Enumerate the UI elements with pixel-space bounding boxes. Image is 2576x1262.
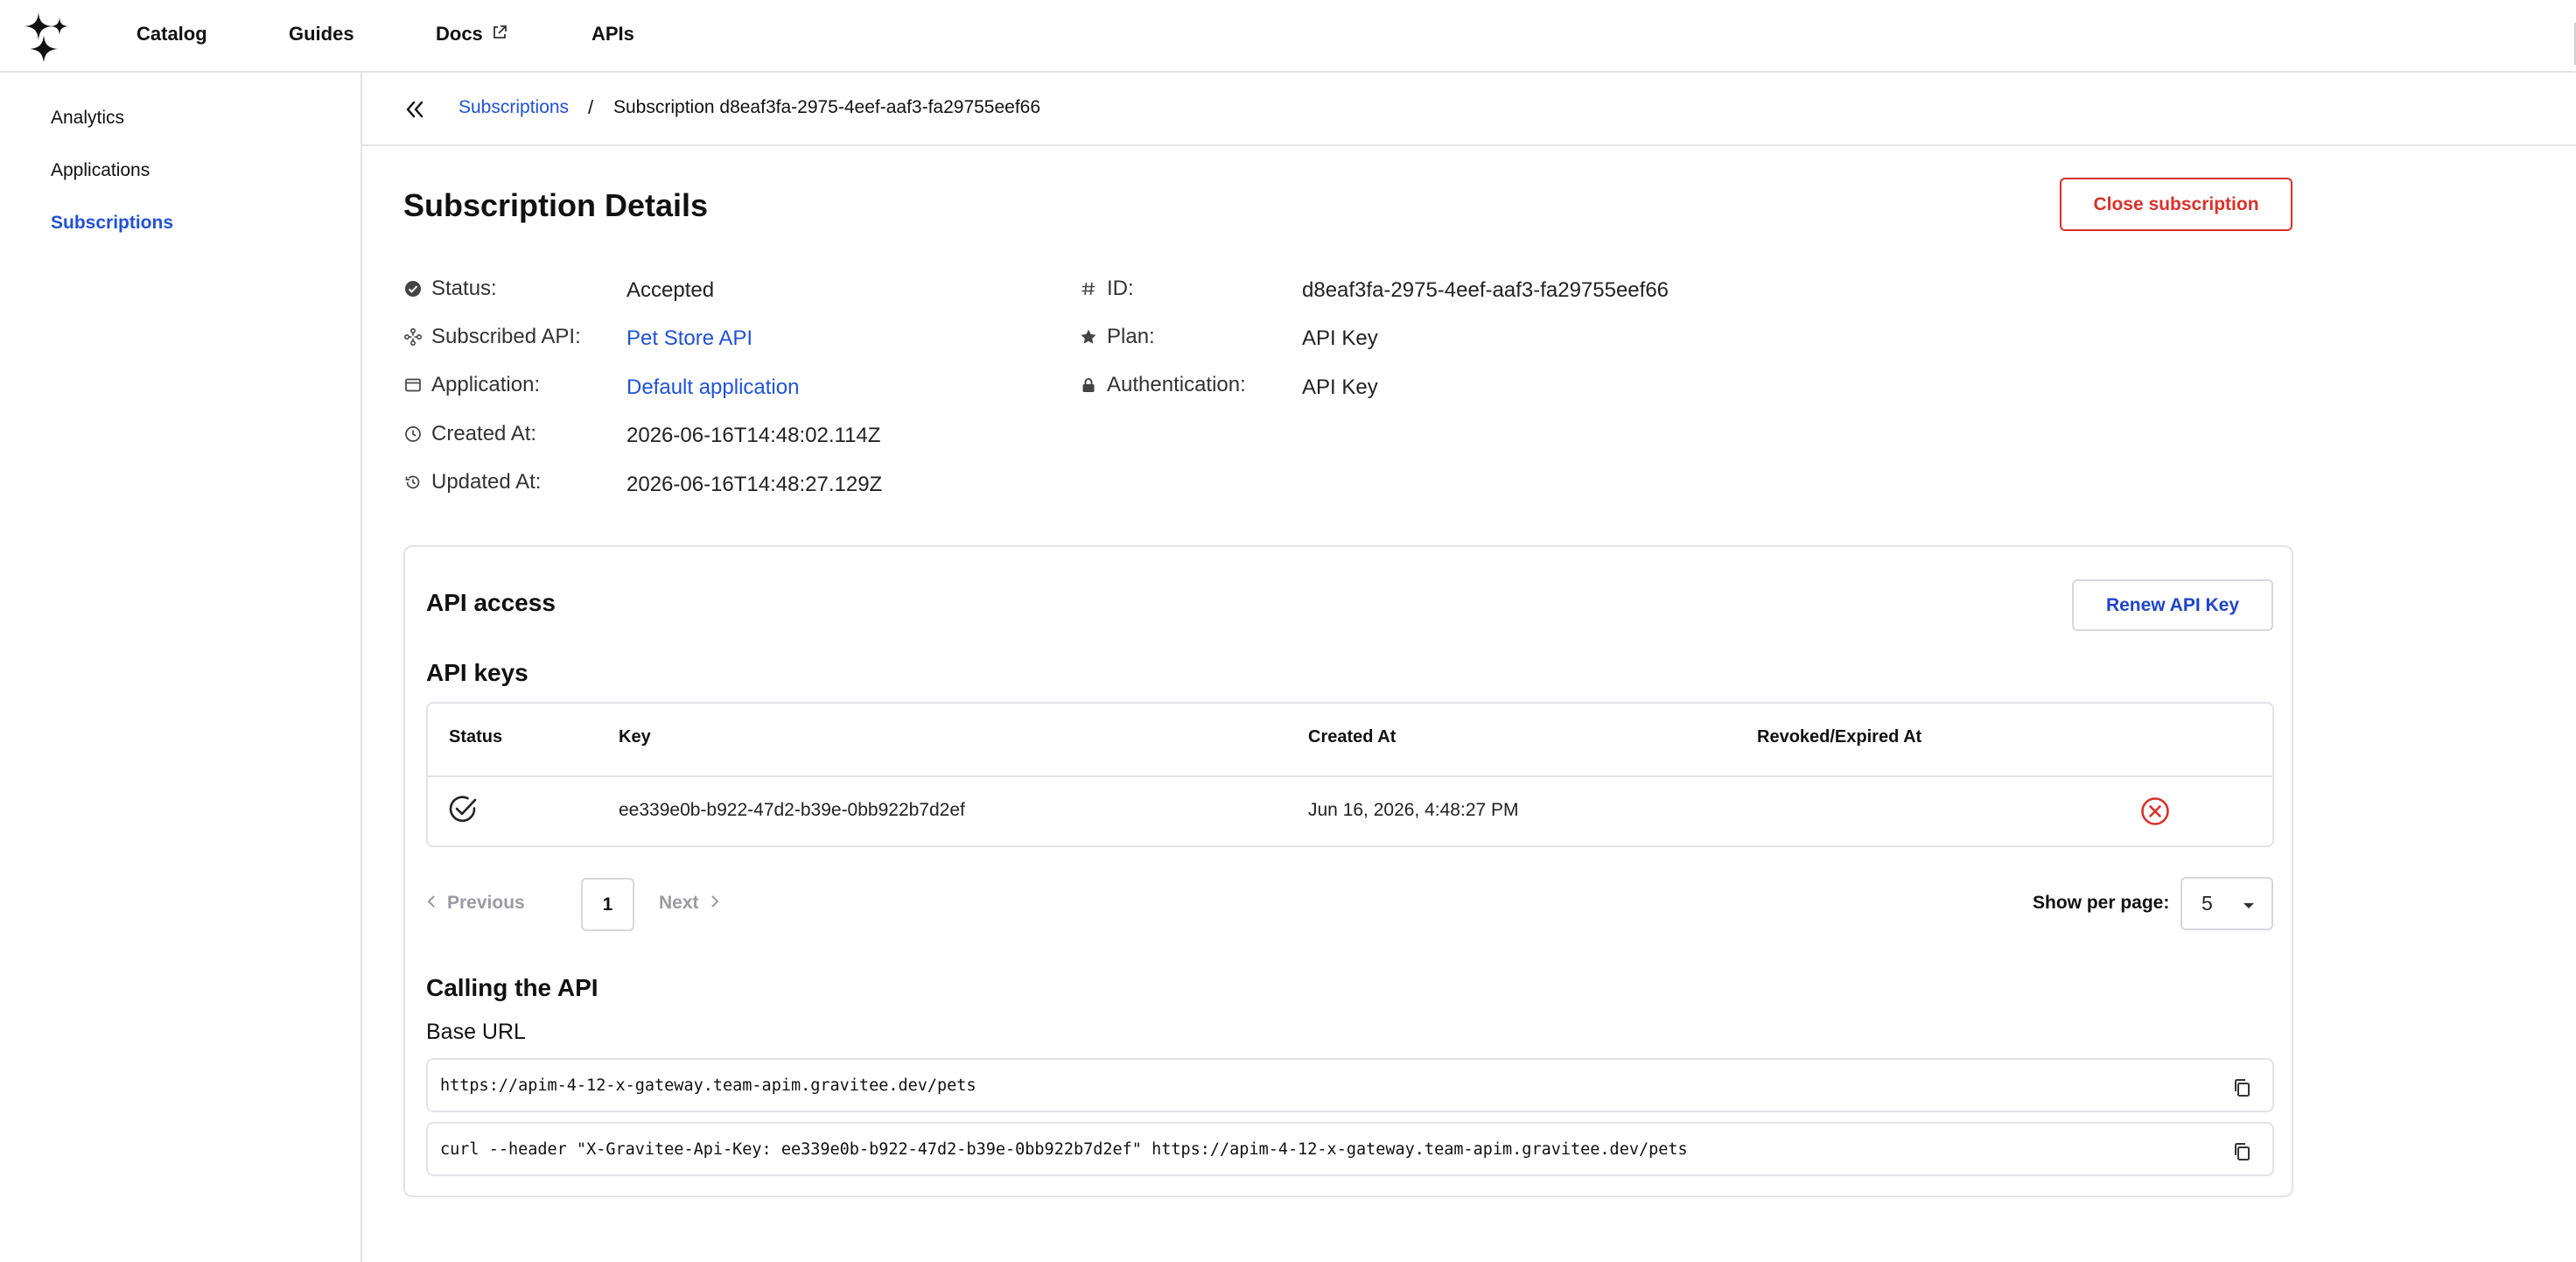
base-url-value: https://apim-4-12-x-gateway.team-apim.gr…	[440, 1076, 976, 1095]
nav-apis-label: APIs	[592, 23, 634, 45]
nav-catalog-label: Catalog	[136, 23, 207, 45]
pagination-page-1[interactable]: 1	[581, 878, 634, 931]
application-label: Application:	[403, 373, 540, 397]
copy-icon[interactable]	[2230, 1076, 2253, 1100]
clock-icon	[403, 424, 423, 444]
calling-api-title: Calling the API	[426, 974, 598, 1001]
breadcrumb: Subscriptions / Subscription d8eaf3fa-29…	[362, 73, 2576, 146]
created-at-label-text: Created At:	[431, 422, 537, 445]
authentication-label-text: Authentication:	[1107, 373, 1246, 396]
created-at-value: 2026-06-16T14:48:02.114Z	[626, 424, 881, 447]
pagination-next-label: Next	[659, 893, 699, 913]
star-icon	[1079, 327, 1098, 347]
status-label-text: Status:	[431, 277, 497, 300]
close-subscription-button[interactable]: Close subscription	[2060, 178, 2292, 231]
hash-icon	[1079, 279, 1098, 298]
base-url-field[interactable]: https://apim-4-12-x-gateway.team-apim.gr…	[426, 1058, 2274, 1112]
external-link-icon	[492, 23, 508, 46]
authentication-value: API Key	[1302, 375, 1378, 399]
created-at-label: Created At:	[403, 422, 536, 446]
nav-guides[interactable]: Guides	[289, 23, 354, 46]
check-circle-icon	[403, 279, 423, 298]
curl-command-field[interactable]: curl --header "X-Gravitee-Api-Key: ee339…	[426, 1122, 2274, 1176]
chevron-down-icon	[2242, 892, 2256, 915]
status-value: Accepted	[626, 278, 715, 302]
breadcrumb-separator: /	[588, 96, 594, 118]
subscribed-api-link[interactable]: Pet Store API	[626, 326, 752, 351]
subscribed-api-label-text: Subscribed API:	[431, 325, 581, 348]
id-label-text: ID:	[1107, 277, 1134, 300]
revoke-icon[interactable]	[2140, 796, 2170, 831]
plan-label: Plan:	[1079, 325, 1155, 349]
table-header-divider	[428, 775, 2272, 777]
top-navigation: Catalog Guides Docs APIs	[0, 0, 2576, 73]
per-page-value: 5	[2202, 892, 2213, 915]
api-icon	[403, 327, 423, 347]
sidebar-item-applications[interactable]: Applications	[51, 160, 150, 181]
renew-api-key-button[interactable]: Renew API Key	[2072, 579, 2273, 631]
id-value: d8eaf3fa-2975-4eef-aaf3-fa29755eef66	[1302, 278, 1670, 302]
authentication-label: Authentication:	[1079, 373, 1246, 397]
pagination-next[interactable]: Next	[659, 893, 720, 914]
api-key-created-at: Jun 16, 2026, 4:48:27 PM	[1308, 800, 1519, 820]
breadcrumb-current: Subscription d8eaf3fa-2975-4eef-aaf3-fa2…	[613, 97, 1041, 117]
page-title: Subscription Details	[403, 187, 709, 223]
nav-docs[interactable]: Docs	[436, 23, 508, 46]
per-page-select[interactable]: 5	[2180, 877, 2273, 930]
status-label: Status:	[403, 277, 497, 301]
copy-icon[interactable]	[2230, 1139, 2253, 1164]
chevron-right-icon	[710, 893, 720, 914]
base-url-label: Base URL	[426, 1020, 526, 1044]
plan-value: API Key	[1302, 326, 1378, 350]
id-label: ID:	[1079, 277, 1134, 301]
collapse-sidebar-icon[interactable]	[399, 94, 430, 125]
updated-at-label-text: Updated At:	[431, 470, 542, 494]
api-key-value: ee339e0b-b922-47d2-b39e-0bb922b7d2ef	[619, 800, 965, 820]
sidebar-item-subscriptions[interactable]: Subscriptions	[51, 213, 173, 234]
api-access-title: API access	[426, 589, 556, 616]
curl-command-value: curl --header "X-Gravitee-Api-Key: ee339…	[440, 1139, 1688, 1159]
chevron-left-icon	[426, 893, 437, 914]
nav-catalog[interactable]: Catalog	[136, 23, 207, 46]
updated-at-value: 2026-06-16T14:48:27.129Z	[626, 473, 883, 496]
nav-docs-label: Docs	[436, 23, 483, 45]
check-circle-icon	[447, 794, 479, 830]
sidebar: Analytics Applications Subscriptions	[0, 73, 362, 1262]
logo-icon[interactable]	[19, 12, 75, 63]
per-page-label: Show per page:	[2033, 893, 2170, 913]
pagination-previous[interactable]: Previous	[426, 893, 525, 914]
application-label-text: Application:	[431, 373, 541, 396]
sidebar-item-analytics[interactable]: Analytics	[51, 108, 124, 129]
api-keys-table: Status Key Created At Revoked/Expired At…	[426, 702, 2274, 847]
column-header-revoked-at: Revoked/Expired At	[1757, 727, 1922, 747]
subscribed-api-label: Subscribed API:	[403, 325, 581, 349]
lock-icon	[1079, 375, 1098, 395]
history-icon	[403, 473, 423, 492]
window-icon	[403, 375, 423, 395]
pagination-previous-label: Previous	[447, 893, 525, 913]
updated-at-label: Updated At:	[403, 470, 541, 494]
column-header-key: Key	[619, 727, 651, 747]
nav-guides-label: Guides	[289, 23, 354, 45]
column-header-status: Status	[449, 727, 503, 747]
plan-label-text: Plan:	[1107, 325, 1155, 348]
breadcrumb-subscriptions-link[interactable]: Subscriptions	[458, 97, 569, 118]
application-link[interactable]: Default application	[626, 375, 799, 400]
api-keys-title: API keys	[426, 659, 528, 686]
nav-apis[interactable]: APIs	[592, 23, 634, 46]
column-header-created-at: Created At	[1308, 727, 1396, 747]
api-access-card: API access Renew API Key API keys Status…	[403, 545, 2293, 1197]
